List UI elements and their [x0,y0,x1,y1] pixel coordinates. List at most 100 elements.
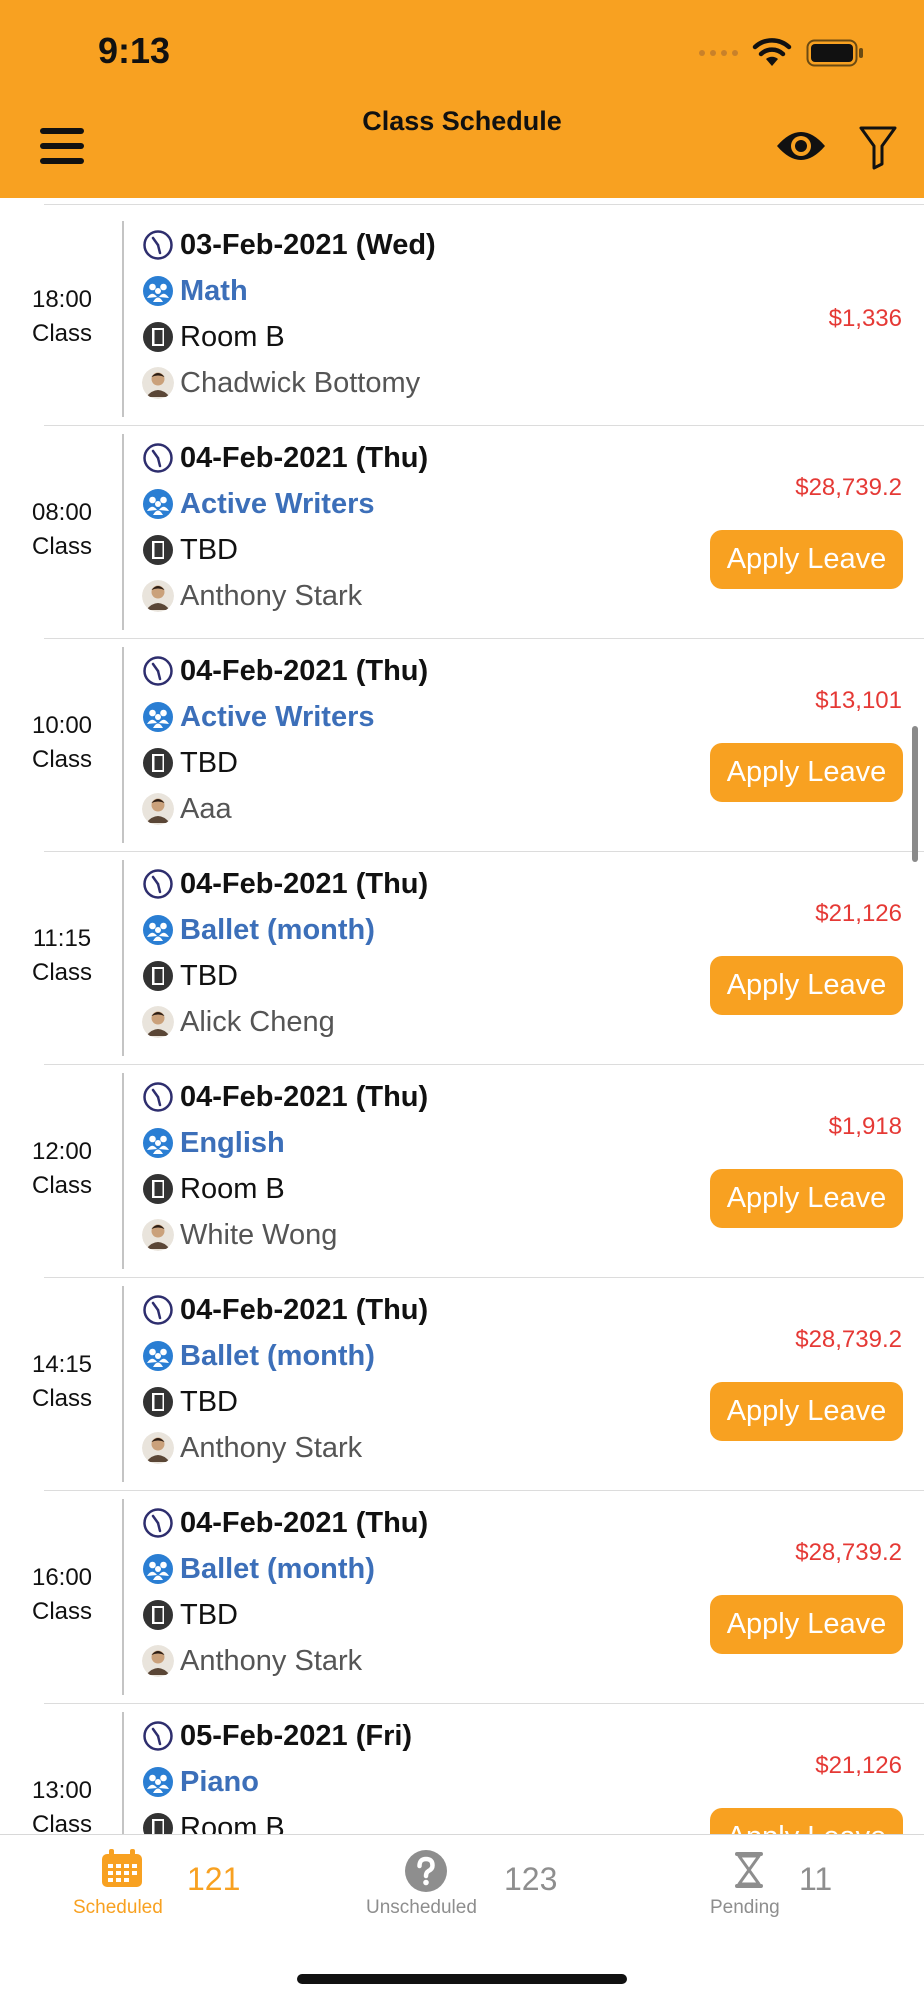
time-column: 11:15 Class [0,922,124,990]
room-line: TBD [142,530,238,570]
course-line: Math [142,271,248,311]
group-icon [143,702,173,732]
course-line: English [142,1123,285,1163]
course-line: Piano [142,1762,259,1802]
clock-icon [143,1082,173,1112]
room-name: TBD [180,746,238,779]
row-separator [122,647,124,843]
schedule-row[interactable]: 08:00 Class 04-Feb-2021 (Thu) Active Wri… [0,426,924,639]
room-line: Room B [142,317,285,357]
clock-icon [143,1508,173,1538]
menu-icon[interactable] [40,128,84,164]
schedule-row[interactable]: 12:00 Class 04-Feb-2021 (Thu) English Ro… [0,1065,924,1278]
question-icon [405,1850,447,1892]
row-separator [122,1073,124,1269]
session-type: Class [31,1598,92,1625]
room-line: TBD [142,1382,238,1422]
teacher-avatar [142,793,174,825]
apply-leave-button[interactable]: Apply Leave [710,1595,903,1654]
tab-scheduled[interactable]: Scheduled 121 [60,1835,260,1955]
class-price: $1,336 [828,305,902,332]
apply-leave-button[interactable]: Apply Leave [710,956,903,1015]
schedule-row[interactable]: 13:00 Class 05-Feb-2021 (Fri) Piano Room… [0,1704,924,1836]
clock-icon [143,1295,173,1325]
schedule-row[interactable]: 11:15 Class 04-Feb-2021 (Thu) Ballet (mo… [0,852,924,1065]
class-time: 16:00 [31,1564,93,1591]
room-name: TBD [180,533,238,566]
status-icons [699,38,864,68]
teacher-avatar [142,1645,174,1677]
schedule-row[interactable]: 18:00 Class 03-Feb-2021 (Wed) Math Room … [0,213,924,426]
schedule-list[interactable]: 18:00 Class 03-Feb-2021 (Wed) Math Room … [0,198,924,1836]
teacher-line: Alick Cheng [142,1002,335,1042]
schedule-row[interactable]: 16:00 Class 04-Feb-2021 (Thu) Ballet (mo… [0,1491,924,1704]
time-column: 13:00 Class [0,1774,124,1836]
date-line: 04-Feb-2021 (Thu) [142,864,428,904]
clock-icon [143,1721,173,1751]
scrollbar[interactable] [912,726,918,862]
room-name: TBD [180,1385,238,1418]
room-line: TBD [142,743,238,783]
time-column: 14:15 Class [0,1348,124,1416]
course-name: Math [180,274,248,307]
course-name: Active Writers [180,700,375,733]
class-date: 03-Feb-2021 (Wed) [180,228,436,261]
class-time: 10:00 [31,712,93,739]
room-name: TBD [180,959,238,992]
session-type: Class [31,1172,92,1199]
apply-leave-button[interactable]: Apply Leave [710,1382,903,1441]
apply-leave-button[interactable]: Apply Leave [710,1169,903,1228]
apply-leave-button[interactable]: Apply Leave [710,530,903,589]
status-time: 9:13 [98,30,171,71]
room-name: Room B [180,1172,285,1205]
session-type: Class [31,959,92,986]
eye-icon[interactable] [774,124,828,168]
class-time: 11:15 [32,925,92,952]
room-name: Room B [180,1811,285,1837]
class-price: $21,126 [815,900,902,927]
apply-leave-button[interactable]: Apply Leave [710,1808,903,1836]
door-icon [143,535,173,565]
door-icon [143,1174,173,1204]
room-line: Room B [142,1808,285,1836]
tab-unscheduled[interactable]: Unscheduled 123 [360,1835,580,1955]
time-column: 16:00 Class [0,1561,124,1629]
teacher-line: Anthony Stark [142,576,362,616]
filter-icon[interactable] [858,124,898,170]
session-type: Class [31,746,92,773]
class-time: 18:00 [31,286,93,313]
course-name: Ballet (month) [180,913,375,946]
schedule-row[interactable]: 10:00 Class 04-Feb-2021 (Thu) Active Wri… [0,639,924,852]
schedule-row[interactable]: 14:15 Class 04-Feb-2021 (Thu) Ballet (mo… [0,1278,924,1491]
group-icon [143,1341,173,1371]
list-divider [44,204,924,205]
teacher-name: Anthony Stark [180,1644,363,1677]
clock-icon [143,869,173,899]
teacher-avatar [142,367,174,399]
tab-scheduled-label: Scheduled [73,1897,163,1918]
teacher-name: Chadwick Bottomy [180,366,421,399]
tab-pending[interactable]: Pending 11 [700,1835,850,1955]
row-separator [122,1712,124,1836]
date-line: 04-Feb-2021 (Thu) [142,651,428,691]
class-price: $13,101 [815,687,902,714]
tab-pending-count: 11 [799,1861,833,1897]
group-icon [143,1767,173,1797]
door-icon [143,961,173,991]
course-name: Piano [180,1765,259,1798]
teacher-name: Alick Cheng [180,1005,335,1038]
class-date: 05-Feb-2021 (Fri) [180,1719,413,1752]
course-name: Ballet (month) [180,1339,375,1372]
teacher-avatar [142,1006,174,1038]
apply-leave-button[interactable]: Apply Leave [710,743,903,802]
room-name: Room B [180,320,285,353]
class-price: $21,126 [815,1752,902,1779]
teacher-avatar [142,1219,174,1251]
date-line: 05-Feb-2021 (Fri) [142,1716,412,1756]
room-name: TBD [180,1598,238,1631]
teacher-line: Anthony Stark [142,1428,362,1468]
teacher-line: Aaa [142,789,232,829]
teacher-avatar [142,580,174,612]
time-column: 18:00 Class [0,283,124,351]
teacher-line: Chadwick Bottomy [142,363,420,403]
